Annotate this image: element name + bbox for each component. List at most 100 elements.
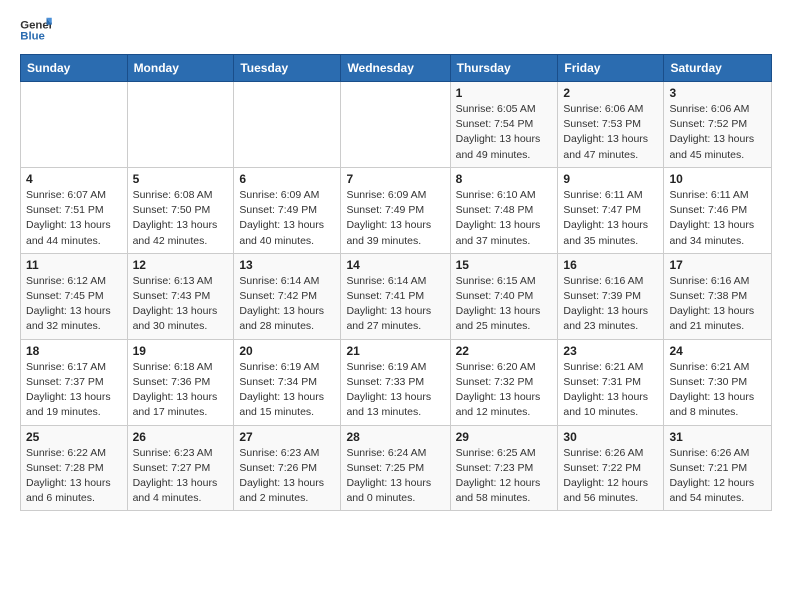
calendar-cell (341, 82, 450, 168)
logo: General Blue (20, 16, 52, 44)
calendar-cell: 2 Sunrise: 6:06 AMSunset: 7:53 PMDaylight… (558, 82, 664, 168)
day-number: 12 (133, 258, 229, 272)
day-number: 19 (133, 344, 229, 358)
calendar-cell: 10 Sunrise: 6:11 AMSunset: 7:46 PMDayligh… (664, 167, 772, 253)
calendar-cell: 8 Sunrise: 6:10 AMSunset: 7:48 PMDaylight… (450, 167, 558, 253)
day-info: Sunrise: 6:26 AMSunset: 7:22 PMDaylight:… (563, 446, 658, 507)
calendar-cell (21, 82, 128, 168)
day-number: 24 (669, 344, 766, 358)
calendar-week-row: 18 Sunrise: 6:17 AMSunset: 7:37 PMDayligh… (21, 339, 772, 425)
day-info: Sunrise: 6:21 AMSunset: 7:31 PMDaylight:… (563, 360, 658, 421)
day-number: 8 (456, 172, 553, 186)
day-info: Sunrise: 6:10 AMSunset: 7:48 PMDaylight:… (456, 188, 553, 249)
calendar-cell: 20Sunrise: 6:19 AMSunset: 7:34 PMDayligh… (234, 339, 341, 425)
weekday-header-friday: Friday (558, 55, 664, 82)
day-info: Sunrise: 6:14 AMSunset: 7:42 PMDaylight:… (239, 274, 335, 335)
day-info: Sunrise: 6:06 AMSunset: 7:52 PMDaylight:… (669, 102, 766, 163)
calendar-cell: 19 Sunrise: 6:18 AMSunset: 7:36 PMDayligh… (127, 339, 234, 425)
day-info: Sunrise: 6:26 AMSunset: 7:21 PMDaylight:… (669, 446, 766, 507)
day-info: Sunrise: 6:18 AMSunset: 7:36 PMDaylight:… (133, 360, 229, 421)
weekday-header-tuesday: Tuesday (234, 55, 341, 82)
calendar-cell: 15 Sunrise: 6:15 AMSunset: 7:40 PMDayligh… (450, 253, 558, 339)
day-number: 5 (133, 172, 229, 186)
calendar-cell: 26 Sunrise: 6:23 AMSunset: 7:27 PMDayligh… (127, 425, 234, 511)
day-number: 27 (239, 430, 335, 444)
day-info: Sunrise: 6:12 AMSunset: 7:45 PMDaylight:… (26, 274, 122, 335)
day-number: 25 (26, 430, 122, 444)
calendar-cell: 31 Sunrise: 6:26 AMSunset: 7:21 PMDayligh… (664, 425, 772, 511)
day-info: Sunrise: 6:16 AMSunset: 7:39 PMDaylight:… (563, 274, 658, 335)
day-info: Sunrise: 6:09 AMSunset: 7:49 PMDaylight:… (346, 188, 444, 249)
day-info: Sunrise: 6:14 AMSunset: 7:41 PMDaylight:… (346, 274, 444, 335)
weekday-header-sunday: Sunday (21, 55, 128, 82)
calendar-cell: 28 Sunrise: 6:24 AMSunset: 7:25 PMDayligh… (341, 425, 450, 511)
calendar-cell: 24 Sunrise: 6:21 AMSunset: 7:30 PMDayligh… (664, 339, 772, 425)
calendar-cell: 29 Sunrise: 6:25 AMSunset: 7:23 PMDayligh… (450, 425, 558, 511)
calendar-cell: 7 Sunrise: 6:09 AMSunset: 7:49 PMDaylight… (341, 167, 450, 253)
day-number: 2 (563, 86, 658, 100)
calendar-cell: 27 Sunrise: 6:23 AMSunset: 7:26 PMDayligh… (234, 425, 341, 511)
day-number: 15 (456, 258, 553, 272)
day-number: 30 (563, 430, 658, 444)
calendar-cell: 18 Sunrise: 6:17 AMSunset: 7:37 PMDayligh… (21, 339, 128, 425)
calendar-cell: 13Sunrise: 6:14 AMSunset: 7:42 PMDayligh… (234, 253, 341, 339)
calendar-cell: 12 Sunrise: 6:13 AMSunset: 7:43 PMDayligh… (127, 253, 234, 339)
header: General Blue (20, 16, 772, 44)
weekday-header-thursday: Thursday (450, 55, 558, 82)
day-info: Sunrise: 6:15 AMSunset: 7:40 PMDaylight:… (456, 274, 553, 335)
day-number: 16 (563, 258, 658, 272)
day-number: 9 (563, 172, 658, 186)
day-number: 14 (346, 258, 444, 272)
day-number: 28 (346, 430, 444, 444)
calendar-cell: 6 Sunrise: 6:09 AMSunset: 7:49 PMDaylight… (234, 167, 341, 253)
calendar-cell: 5 Sunrise: 6:08 AMSunset: 7:50 PMDaylight… (127, 167, 234, 253)
day-number: 29 (456, 430, 553, 444)
day-number: 1 (456, 86, 553, 100)
day-number: 23 (563, 344, 658, 358)
day-info: Sunrise: 6:13 AMSunset: 7:43 PMDaylight:… (133, 274, 229, 335)
calendar-cell: 4Sunrise: 6:07 AMSunset: 7:51 PMDaylight… (21, 167, 128, 253)
day-number: 4 (26, 172, 122, 186)
weekday-header-row: SundayMondayTuesdayWednesdayThursdayFrid… (21, 55, 772, 82)
calendar-cell: 9 Sunrise: 6:11 AMSunset: 7:47 PMDaylight… (558, 167, 664, 253)
calendar-cell: 21Sunrise: 6:19 AMSunset: 7:33 PMDayligh… (341, 339, 450, 425)
day-info: Sunrise: 6:23 AMSunset: 7:27 PMDaylight:… (133, 446, 229, 507)
day-number: 31 (669, 430, 766, 444)
day-number: 10 (669, 172, 766, 186)
weekday-header-monday: Monday (127, 55, 234, 82)
day-info: Sunrise: 6:25 AMSunset: 7:23 PMDaylight:… (456, 446, 553, 507)
day-number: 11 (26, 258, 122, 272)
day-info: Sunrise: 6:17 AMSunset: 7:37 PMDaylight:… (26, 360, 122, 421)
calendar-cell: 25Sunrise: 6:22 AMSunset: 7:28 PMDayligh… (21, 425, 128, 511)
day-info: Sunrise: 6:09 AMSunset: 7:49 PMDaylight:… (239, 188, 335, 249)
calendar-week-row: 1 Sunrise: 6:05 AMSunset: 7:54 PMDaylight… (21, 82, 772, 168)
day-number: 3 (669, 86, 766, 100)
calendar-cell: 11 Sunrise: 6:12 AMSunset: 7:45 PMDayligh… (21, 253, 128, 339)
day-number: 26 (133, 430, 229, 444)
calendar-cell: 17Sunrise: 6:16 AMSunset: 7:38 PMDayligh… (664, 253, 772, 339)
day-info: Sunrise: 6:11 AMSunset: 7:46 PMDaylight:… (669, 188, 766, 249)
day-info: Sunrise: 6:23 AMSunset: 7:26 PMDaylight:… (239, 446, 335, 507)
calendar-cell (127, 82, 234, 168)
day-number: 18 (26, 344, 122, 358)
day-number: 7 (346, 172, 444, 186)
day-info: Sunrise: 6:11 AMSunset: 7:47 PMDaylight:… (563, 188, 658, 249)
day-number: 6 (239, 172, 335, 186)
day-info: Sunrise: 6:24 AMSunset: 7:25 PMDaylight:… (346, 446, 444, 507)
calendar-cell: 1 Sunrise: 6:05 AMSunset: 7:54 PMDaylight… (450, 82, 558, 168)
calendar-cell: 3 Sunrise: 6:06 AMSunset: 7:52 PMDaylight… (664, 82, 772, 168)
weekday-header-wednesday: Wednesday (341, 55, 450, 82)
day-number: 21 (346, 344, 444, 358)
calendar-cell (234, 82, 341, 168)
day-info: Sunrise: 6:19 AMSunset: 7:34 PMDaylight:… (239, 360, 335, 421)
day-info: Sunrise: 6:05 AMSunset: 7:54 PMDaylight:… (456, 102, 553, 163)
day-info: Sunrise: 6:21 AMSunset: 7:30 PMDaylight:… (669, 360, 766, 421)
calendar-cell: 14 Sunrise: 6:14 AMSunset: 7:41 PMDayligh… (341, 253, 450, 339)
calendar-cell: 23 Sunrise: 6:21 AMSunset: 7:31 PMDayligh… (558, 339, 664, 425)
calendar-week-row: 25Sunrise: 6:22 AMSunset: 7:28 PMDayligh… (21, 425, 772, 511)
calendar-cell: 30 Sunrise: 6:26 AMSunset: 7:22 PMDayligh… (558, 425, 664, 511)
day-info: Sunrise: 6:16 AMSunset: 7:38 PMDaylight:… (669, 274, 766, 335)
day-info: Sunrise: 6:06 AMSunset: 7:53 PMDaylight:… (563, 102, 658, 163)
day-info: Sunrise: 6:08 AMSunset: 7:50 PMDaylight:… (133, 188, 229, 249)
logo-icon: General Blue (20, 16, 52, 44)
